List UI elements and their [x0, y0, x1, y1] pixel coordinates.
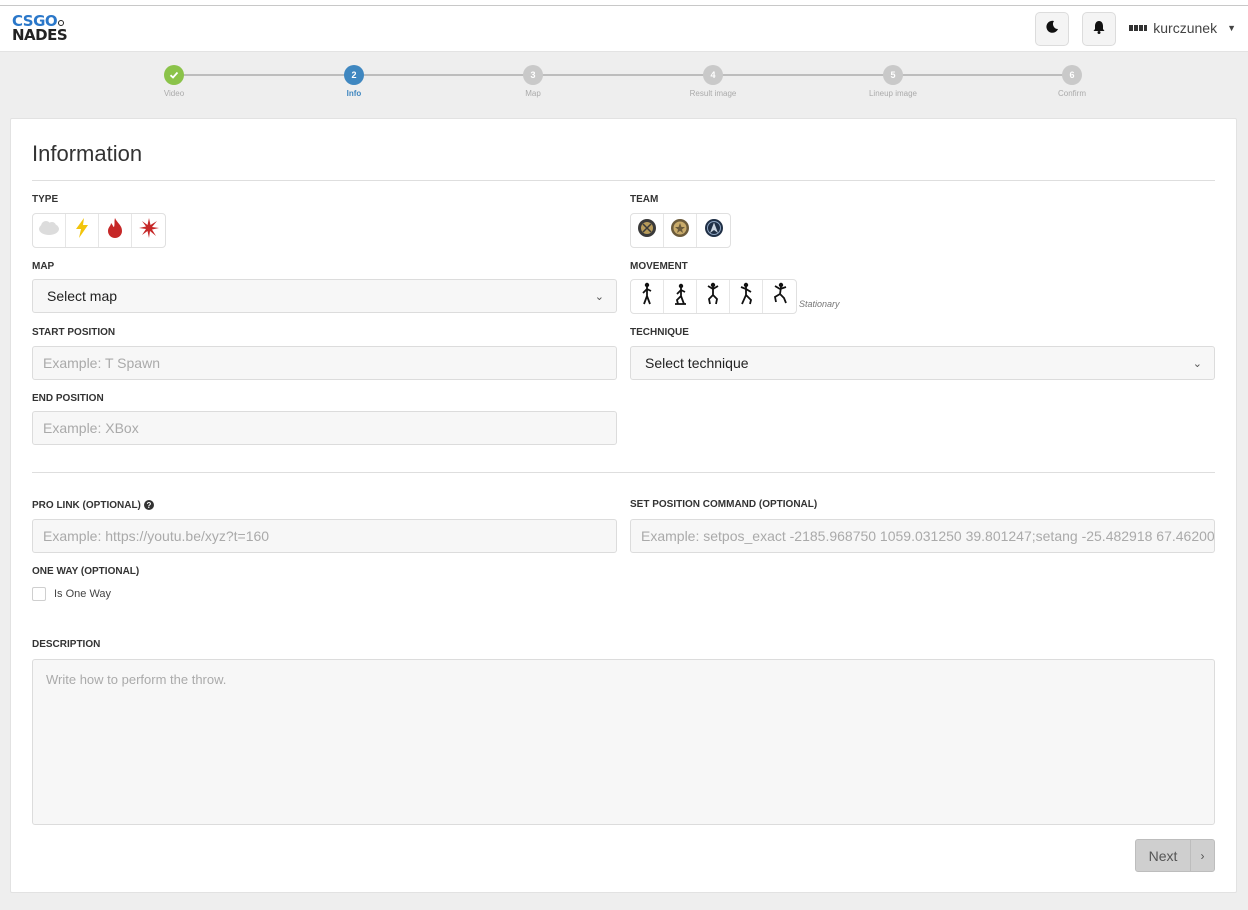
- map-select-value: Select map: [47, 288, 118, 304]
- team-both-button[interactable]: [664, 214, 697, 247]
- technique-select-value: Select technique: [645, 355, 749, 371]
- setpos-label: Set position command (optional): [630, 499, 818, 510]
- technique-label: Technique: [630, 327, 689, 338]
- top-header: CSGO NADES kurczunek ▼: [0, 6, 1248, 52]
- section-divider: [32, 472, 1215, 473]
- step-label: Info: [346, 89, 362, 98]
- movement-selected-text: Stationary: [799, 299, 840, 309]
- help-icon[interactable]: ?: [143, 500, 154, 511]
- step-number: 5: [883, 65, 903, 85]
- running-figure-icon: [738, 282, 754, 311]
- bell-icon: [1092, 20, 1106, 39]
- check-icon: [164, 65, 184, 85]
- one-way-checkbox-label: Is One Way: [54, 588, 112, 600]
- lightning-icon: [74, 218, 90, 243]
- crouching-figure-icon: [672, 282, 688, 311]
- one-way-checkbox[interactable]: Is One Way: [32, 587, 111, 601]
- technique-select[interactable]: Select technique ⌄: [630, 346, 1215, 380]
- one-way-label: One way (optional): [32, 566, 140, 577]
- type-label: Type: [32, 194, 59, 205]
- setpos-input[interactable]: Example: setpos_exact -2185.968750 1059.…: [630, 519, 1215, 553]
- map-select[interactable]: Select map ⌄: [32, 279, 617, 313]
- next-button-label: Next: [1148, 847, 1178, 864]
- type-flash-button[interactable]: [66, 214, 99, 247]
- chevron-down-icon: ⌄: [594, 290, 604, 303]
- progress-steps: Video 2 Info 3 Map 4 Result image 5 Line…: [0, 52, 1248, 118]
- step-info[interactable]: 2 Info: [309, 65, 399, 98]
- pro-link-label: Pro link (optional)?: [32, 500, 154, 511]
- dark-mode-button[interactable]: [1035, 12, 1069, 46]
- step-label: Result image: [689, 89, 737, 98]
- terrorist-badge-icon: [637, 218, 657, 243]
- movement-run-jump-button[interactable]: [763, 280, 796, 313]
- step-confirm[interactable]: 6 Confirm: [1027, 65, 1117, 98]
- caret-down-icon: ▼: [1227, 23, 1236, 33]
- movement-crouch-button[interactable]: [664, 280, 697, 313]
- step-label: Confirm: [1057, 89, 1086, 98]
- end-position-label: End position: [32, 393, 104, 404]
- title-divider: [32, 180, 1215, 181]
- step-number: 2: [344, 65, 364, 85]
- type-selector: [32, 213, 166, 248]
- description-label: Description: [32, 639, 101, 650]
- type-smoke-button[interactable]: [33, 214, 66, 247]
- checkbox-box[interactable]: [32, 587, 46, 601]
- explosion-icon: [138, 218, 159, 243]
- username: kurczunek: [1153, 20, 1218, 36]
- map-label: Map: [32, 261, 55, 272]
- movement-run-button[interactable]: [730, 280, 763, 313]
- user-flag-icon: [1129, 25, 1148, 31]
- start-position-input[interactable]: Example: T Spawn: [32, 346, 617, 380]
- start-position-label: Start position: [32, 327, 116, 338]
- user-menu[interactable]: kurczunek ▼: [1129, 20, 1236, 36]
- chevron-right-icon: ›: [1190, 840, 1214, 871]
- description-textarea[interactable]: Write how to perform the throw.: [32, 659, 1215, 825]
- chevron-down-icon: ⌄: [1192, 357, 1202, 370]
- smoke-icon: [38, 220, 60, 241]
- pro-link-input[interactable]: Example: https://youtu.be/xyz?t=160: [32, 519, 617, 553]
- movement-label: Movement: [630, 261, 688, 272]
- run-jump-figure-icon: [772, 282, 788, 311]
- type-molotov-button[interactable]: [99, 214, 132, 247]
- step-lineup-image[interactable]: 5 Lineup image: [848, 65, 938, 98]
- logo-line-2: NADES: [12, 26, 68, 44]
- counter-terrorist-badge-icon: [704, 218, 724, 243]
- end-position-input[interactable]: Example: XBox: [32, 411, 617, 445]
- step-map[interactable]: 3 Map: [488, 65, 578, 98]
- movement-stationary-button[interactable]: [631, 280, 664, 313]
- site-logo[interactable]: CSGO NADES: [12, 14, 68, 44]
- step-label: Lineup image: [868, 89, 918, 98]
- type-he-button[interactable]: [132, 214, 165, 247]
- moon-icon: [1045, 20, 1059, 39]
- team-ct-button[interactable]: [697, 214, 730, 247]
- page-title: Information: [32, 141, 143, 166]
- fire-icon: [106, 218, 124, 243]
- step-number: 6: [1062, 65, 1082, 85]
- step-number: 4: [703, 65, 723, 85]
- step-label: Map: [525, 89, 541, 98]
- team-selector: [630, 213, 731, 248]
- both-teams-badge-icon: [670, 218, 690, 243]
- jumping-figure-icon: [705, 282, 721, 311]
- next-button[interactable]: Next ›: [1135, 839, 1215, 872]
- step-label: Video: [163, 89, 185, 98]
- notifications-button[interactable]: [1082, 12, 1116, 46]
- info-form-card: Information Type Team: [10, 118, 1237, 893]
- standing-figure-icon: [639, 282, 655, 311]
- step-result-image[interactable]: 4 Result image: [668, 65, 758, 98]
- team-label: Team: [630, 194, 659, 205]
- team-t-button[interactable]: [631, 214, 664, 247]
- step-number: 3: [523, 65, 543, 85]
- step-video[interactable]: Video: [129, 65, 219, 98]
- movement-jump-button[interactable]: [697, 280, 730, 313]
- movement-selector: [630, 279, 797, 314]
